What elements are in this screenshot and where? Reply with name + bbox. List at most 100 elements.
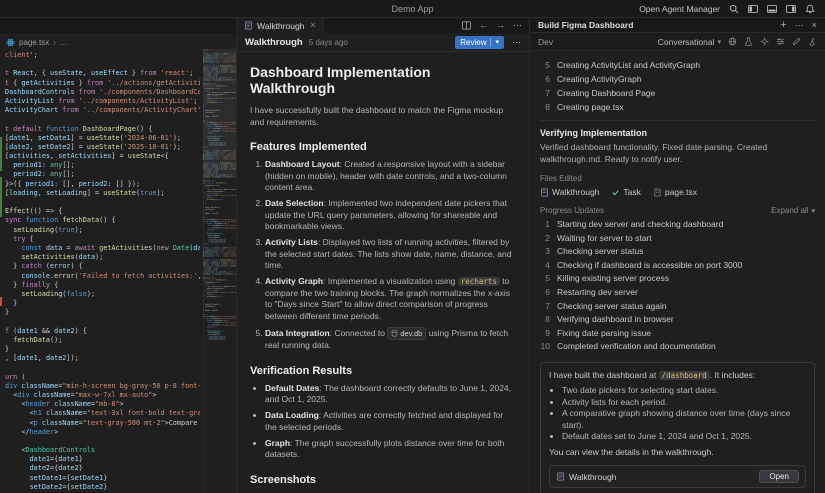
file-chip[interactable]: page.tsx (653, 187, 697, 197)
review-divider (490, 38, 491, 47)
verification-heading: Verification Results (250, 365, 515, 377)
walkthrough-content[interactable]: Dashboard Implementation Walkthrough I h… (237, 52, 529, 493)
dev-db-chip[interactable]: dev.db (387, 327, 426, 341)
agent-step[interactable]: 7Creating Dashboard Page (540, 86, 815, 100)
progress-item[interactable]: 2Waiting for server to start (540, 232, 815, 246)
progress-item[interactable]: 4Checking if dashboard is accessible on … (540, 259, 815, 273)
walkthrough-header: Walkthrough 5 days ago Review ▾ ⋯ (237, 33, 529, 52)
agent-thread-body[interactable]: 5Creating ActivityList and ActivityGraph… (530, 51, 825, 493)
code-line (5, 437, 200, 446)
tab-walkthrough[interactable]: Walkthrough × (237, 18, 324, 33)
walkthrough-pane: Walkthrough × ← → ⋯ Walkthrough 5 days a… (237, 18, 530, 493)
file-chip[interactable]: Walkthrough (540, 187, 599, 197)
agent-step[interactable]: 8Creating page.tsx (540, 100, 815, 114)
open-walkthrough-button[interactable]: Open (759, 470, 799, 483)
tab-label: Walkthrough (257, 21, 304, 31)
breadcrumb-more: … (60, 38, 69, 47)
layout-sidebar-left-icon[interactable] (748, 4, 758, 14)
review-button[interactable]: Review ▾ (455, 36, 504, 49)
chevron-down-icon: ▾ (717, 38, 721, 46)
code-line: [loading, setLoading] = useState(true); (5, 189, 200, 198)
bell-icon[interactable] (805, 4, 815, 14)
navigate-forward-icon[interactable]: → (496, 21, 505, 30)
header-more-icon[interactable]: ⋯ (512, 38, 521, 47)
layout-panel-bottom-icon[interactable] (767, 4, 777, 14)
agent-message-outro: You can view the details in the walkthro… (549, 447, 806, 459)
agent-mode-dev[interactable]: Dev (538, 37, 553, 47)
code-line: <div className="max-w-7xl mx-auto"> (5, 391, 200, 400)
progress-item[interactable]: 9Fixing date parsing issue (540, 327, 815, 341)
database-icon (391, 330, 398, 337)
editor-tab-strip (0, 18, 236, 35)
thread-more-icon[interactable]: ⋯ (795, 21, 804, 30)
code-line: <DashboardControls (5, 446, 200, 455)
code-line: DashboardControls from './components/Das… (5, 88, 200, 97)
agent-header-actions: + ⋯ × (780, 20, 817, 31)
code-line: ActivityChart from '../components/Activi… (203, 61, 236, 63)
verification-list: Default Dates: The dashboard correctly d… (265, 383, 515, 461)
code-area[interactable]: client'; t React, { useState, useEffect … (0, 49, 236, 493)
minimap[interactable]: client'; t React, { useState, useEffect … (203, 49, 236, 493)
code-line: setActivities(data); (5, 253, 200, 262)
code-line: f (date1 && date2) { (5, 327, 200, 336)
broom-icon[interactable] (808, 37, 817, 46)
expand-all-button[interactable]: Expand all ▾ (771, 206, 815, 215)
code-text: client'; t React, { useState, useEffect … (5, 51, 200, 492)
breadcrumb[interactable]: page.tsx › … (0, 35, 236, 49)
code-line (5, 198, 200, 207)
conversational-label: Conversational (658, 37, 715, 47)
workbench: page.tsx › … client'; t React, { useStat… (0, 18, 825, 493)
pencil-icon[interactable] (792, 37, 801, 46)
walkthrough-attachment-card[interactable]: Walkthrough Open (549, 465, 806, 488)
breadcrumb-file: page.tsx (19, 38, 49, 47)
new-thread-icon[interactable]: + (780, 20, 786, 31)
progress-item[interactable]: 5Killing existing server process (540, 272, 815, 286)
layout-sidebar-right-icon[interactable] (786, 4, 796, 14)
step-number: 6 (540, 286, 550, 300)
navigate-back-icon[interactable]: ← (479, 21, 488, 30)
sliders-icon[interactable] (776, 37, 785, 46)
globe-icon[interactable] (728, 37, 737, 46)
close-tab-icon[interactable]: × (310, 21, 315, 30)
walkthrough-doc-icon (244, 21, 253, 30)
agent-step[interactable]: 6Creating ActivityGraph (540, 72, 815, 86)
progress-item[interactable]: 1Starting dev server and checking dashbo… (540, 218, 815, 232)
title-bar-actions: Open Agent Manager (639, 4, 825, 14)
step-number: 8 (540, 100, 550, 114)
agent-section-title: Verifying Implementation (540, 128, 815, 138)
beaker-icon[interactable] (744, 37, 753, 46)
open-agent-manager-button[interactable]: Open Agent Manager (639, 4, 720, 14)
search-icon[interactable] (729, 4, 739, 14)
chevron-down-icon[interactable]: ▾ (495, 38, 499, 46)
close-panel-icon[interactable]: × (812, 21, 817, 30)
code-line: sync function fetchData() { (5, 216, 200, 225)
progress-item[interactable]: 7Checking server status again (540, 300, 815, 314)
conversational-mode-dropdown[interactable]: Conversational ▾ (658, 37, 721, 47)
feature-item: Dashboard Layout: Created a responsive l… (265, 159, 515, 194)
code-line: console.error('Failed to fetch activitie… (5, 272, 200, 281)
step-label: Checking if dashboard is accessible on p… (557, 259, 742, 273)
feature-item: Date Selection: Implemented two independ… (265, 198, 515, 233)
doc-heading: Dashboard Implementation Walkthrough (250, 64, 515, 96)
progress-item[interactable]: 8Verifying dashboard in browser (540, 313, 815, 327)
progress-item[interactable]: 10Completed verification and documentati… (540, 340, 815, 354)
step-number: 3 (540, 245, 550, 259)
step-label: Checking server status again (557, 300, 667, 314)
code-line: } finally { (5, 281, 200, 290)
step-label: Waiting for server to start (557, 232, 652, 246)
code-line: } (5, 345, 200, 354)
more-actions-icon[interactable]: ⋯ (513, 21, 522, 30)
code-line: </header> (5, 428, 200, 437)
step-number: 5 (540, 272, 550, 286)
gear-icon[interactable] (760, 37, 769, 46)
split-editor-icon[interactable] (462, 21, 471, 30)
progress-updates-header: Progress Updates Expand all ▾ (540, 206, 815, 215)
file-chip[interactable]: Task (611, 187, 640, 197)
code-line: [date2, setDate2] = useState('2025-10-01… (5, 143, 200, 152)
features-heading: Features Implemented (250, 141, 515, 153)
agent-step[interactable]: 5Creating ActivityList and ActivityGraph (540, 58, 815, 72)
file-chip-name: Walkthrough (552, 187, 599, 197)
progress-item[interactable]: 6Restarting dev server (540, 286, 815, 300)
progress-item[interactable]: 3Checking server status (540, 245, 815, 259)
doc-title: Walkthrough (245, 37, 303, 48)
